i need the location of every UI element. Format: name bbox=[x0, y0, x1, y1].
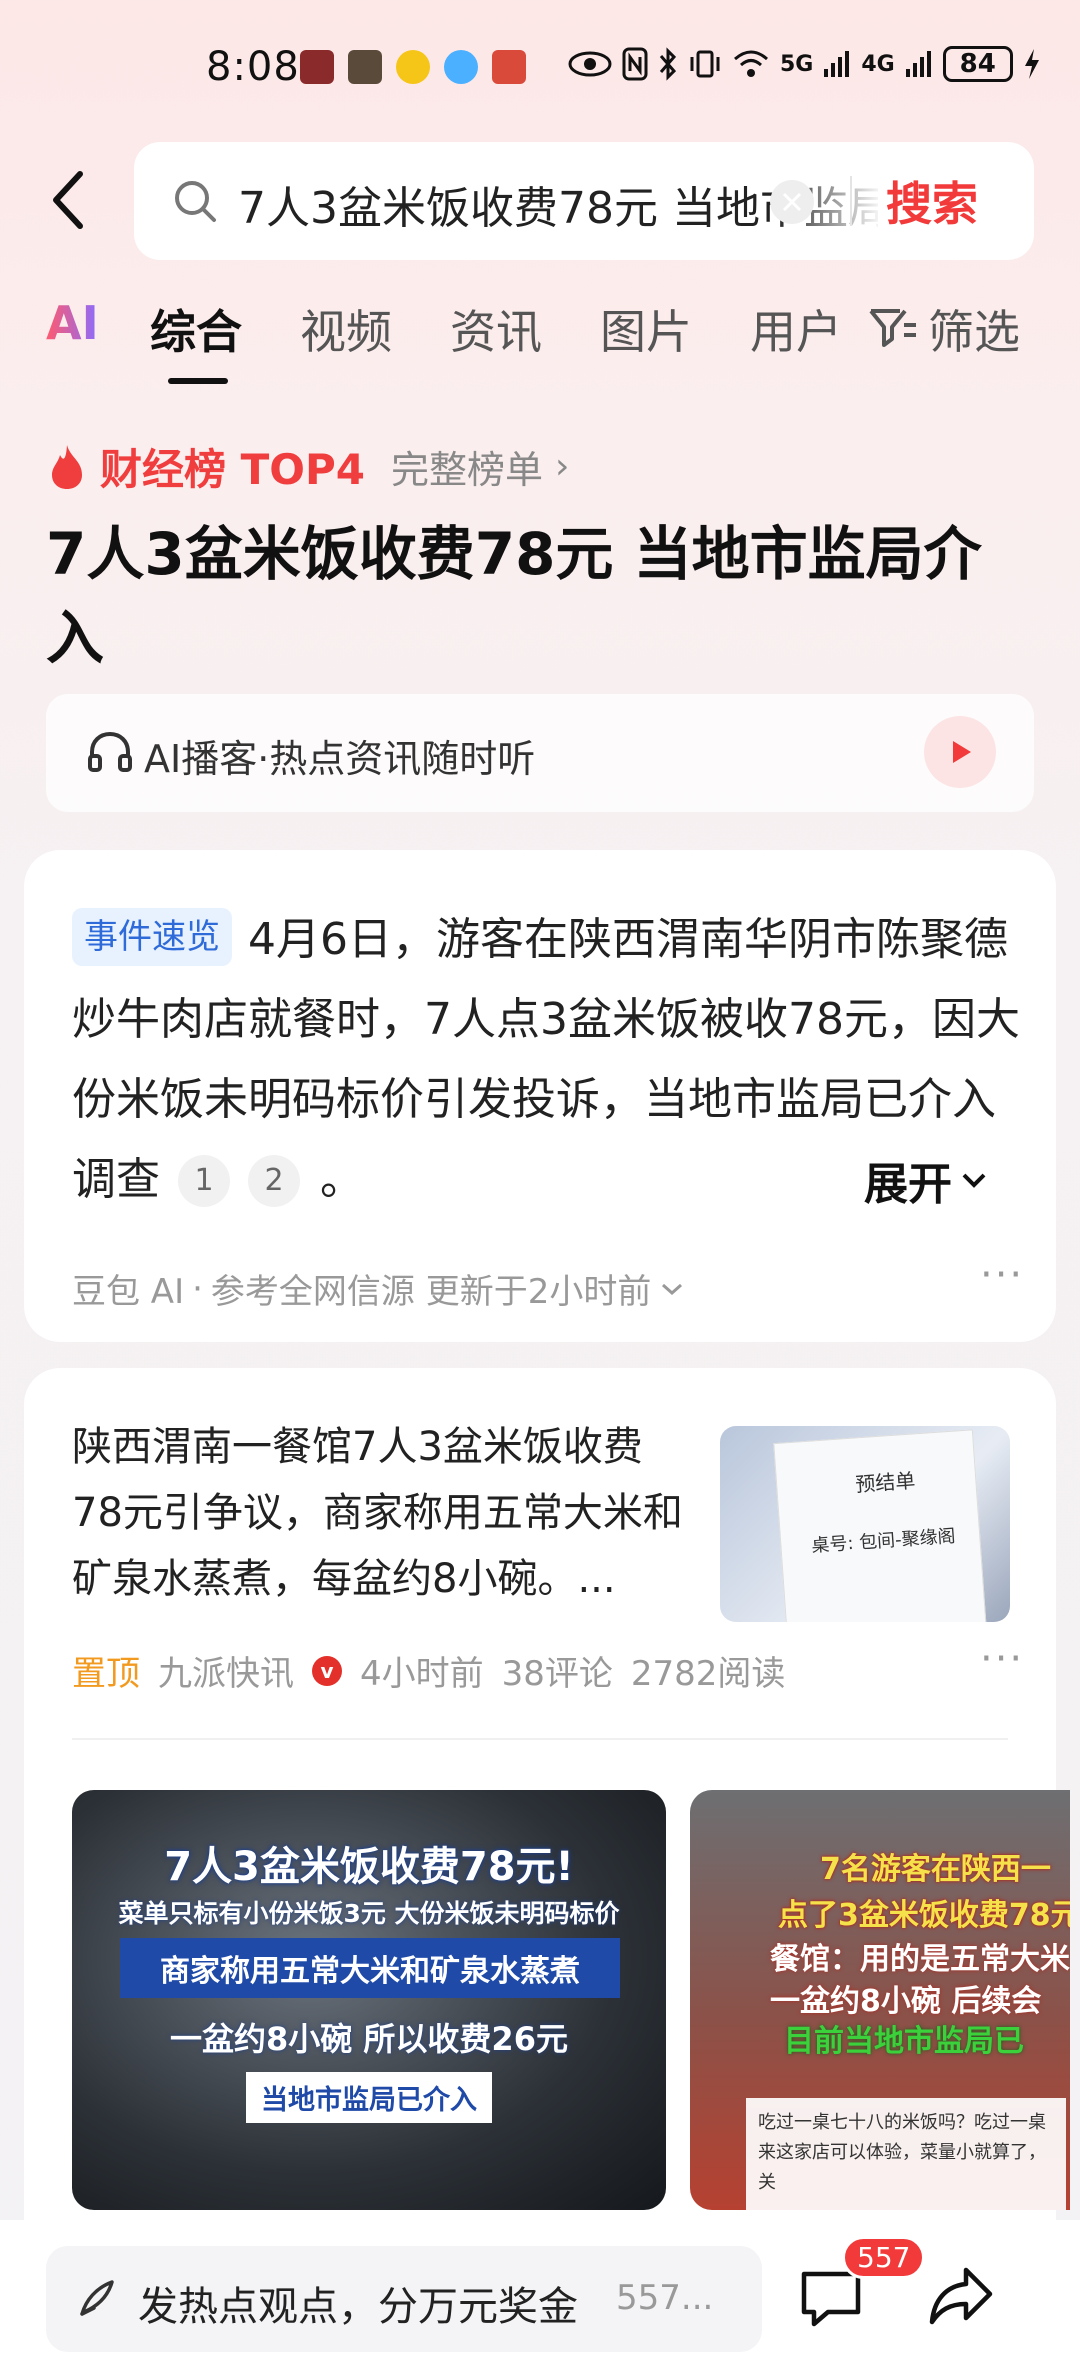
video1-caption-5: 当地市监局已介入 bbox=[246, 2072, 492, 2123]
news-more-options-icon[interactable]: ··· bbox=[980, 1636, 1024, 1682]
close-icon bbox=[782, 192, 802, 212]
tab-comprehensive[interactable]: 综合 bbox=[150, 296, 242, 362]
receipt-title: 预结单 bbox=[854, 1468, 917, 1497]
event-tag: 事件速览 bbox=[72, 908, 232, 966]
clear-search-button[interactable] bbox=[770, 180, 814, 224]
news-reads: 2782阅读 bbox=[630, 1654, 786, 1694]
book-app-icon bbox=[492, 50, 526, 84]
nfc-icon bbox=[622, 47, 648, 81]
video1-caption-3: 商家称用五常大米和矿泉水蒸煮 bbox=[120, 1938, 620, 1998]
share-icon[interactable] bbox=[928, 2264, 994, 2326]
pinned-label: 置顶 bbox=[72, 1654, 140, 1694]
status-bar: 8:08 5G 4G 84 bbox=[0, 0, 1080, 140]
tab-ai[interactable]: AI bbox=[46, 296, 99, 350]
signal-icon-2 bbox=[905, 51, 931, 77]
signal-5g-label: 5G bbox=[780, 51, 814, 77]
tab-video[interactable]: 视频 bbox=[300, 296, 392, 362]
wifi-icon bbox=[734, 50, 768, 77]
reference-1[interactable]: 1 bbox=[178, 1155, 230, 1207]
app-notification-icon bbox=[300, 50, 334, 84]
weibo-icon bbox=[396, 50, 430, 84]
meta-separator: · bbox=[192, 1268, 203, 1309]
summary-meta: 豆包 AI · 参考全网信源 更新于2小时前 bbox=[72, 1264, 685, 1313]
news-meta: 置顶 九派快讯 v 4小时前 38评论 2782阅读 bbox=[72, 1646, 785, 1695]
signal-icon bbox=[824, 51, 850, 77]
comment-placeholder: 发热点观点，分万元奖金 bbox=[138, 2284, 578, 2330]
news-time: 4小时前 bbox=[360, 1654, 484, 1694]
summary-end: 。 bbox=[320, 1154, 364, 1205]
battery-indicator: 84 bbox=[942, 46, 1013, 82]
headphones-icon bbox=[88, 731, 132, 772]
news-title[interactable]: 陕西渭南一餐馆7人3盆米饭收费78元引争议，商家称用五常大米和矿泉水蒸煮，每盆约… bbox=[72, 1414, 692, 1612]
flame-icon bbox=[52, 444, 82, 489]
shield-app-icon bbox=[348, 50, 382, 84]
video1-caption-1: 7人3盆米饭收费78元! bbox=[164, 1844, 574, 1890]
video-thumbnail-1[interactable]: 7人3盆米饭收费78元! 菜单只标有小份米饭3元 大份米饭未明码标价 商家称用五… bbox=[72, 1790, 666, 2210]
video2-caption-5: 目前当地市监局已 bbox=[784, 2024, 1024, 2059]
video2-caption-3: 餐馆：用的是五常大米 bbox=[770, 1942, 1070, 1977]
status-right: 5G 4G 84 bbox=[568, 46, 1041, 82]
receipt-line: 桌号: 包间-聚缘阁 bbox=[810, 1525, 957, 1557]
reference-2[interactable]: 2 bbox=[248, 1155, 300, 1207]
pen-icon bbox=[80, 2280, 114, 2316]
news-source[interactable]: 九派快讯 bbox=[158, 1646, 294, 1695]
summary-source: 豆包 AI bbox=[72, 1272, 185, 1312]
expand-button[interactable]: 展开 bbox=[864, 1148, 988, 1212]
play-icon bbox=[953, 741, 971, 763]
event-summary-card: 事件速览 4月6日，游客在陕西渭南华阴市陈聚德炒牛肉店就餐时，7人点3盆米饭被收7… bbox=[24, 850, 1056, 1342]
tab-news[interactable]: 资讯 bbox=[450, 296, 542, 362]
tab-users[interactable]: 用户 bbox=[750, 296, 842, 362]
vibrate-icon bbox=[690, 50, 720, 78]
video2-caption-2: 点了3盆米饭收费78元 bbox=[778, 1898, 1070, 1933]
search-button[interactable]: 搜索 bbox=[886, 168, 978, 234]
search-divider bbox=[850, 176, 852, 226]
video1-caption-4: 一盆约8小碗 所以收费26元 bbox=[170, 2020, 568, 2058]
expand-label: 展开 bbox=[864, 1159, 952, 1210]
hot-list-label: 财经榜 TOP4 bbox=[100, 445, 365, 494]
play-button[interactable] bbox=[924, 716, 996, 788]
chevron-down-small-icon[interactable] bbox=[659, 1280, 685, 1298]
search-box[interactable]: 7人3盆米饭收费78元 当地市监局介入 搜索 bbox=[134, 142, 1034, 260]
filter-label: 筛选 bbox=[928, 305, 1020, 359]
active-tab-indicator bbox=[168, 378, 228, 384]
comment-count-badge: 557 bbox=[842, 2236, 926, 2279]
topic-title: 7人3盆米饭收费78元 当地市监局介入 bbox=[46, 520, 982, 672]
eye-icon bbox=[568, 51, 612, 77]
video1-caption-2: 菜单只标有小份米饭3元 大份米饭未明码标价 bbox=[118, 1899, 620, 1928]
card-divider bbox=[72, 1738, 1008, 1740]
tab-images[interactable]: 图片 bbox=[600, 296, 692, 362]
more-options-icon[interactable]: ··· bbox=[980, 1252, 1024, 1298]
category-tabs: AI 综合 视频 资讯 图片 用户 筛选 bbox=[0, 296, 1080, 386]
video-thumbnail-2[interactable]: 7名游客在陕西一 点了3盆米饭收费78元 餐馆：用的是五常大米 一盆约8小碗 后… bbox=[690, 1790, 1070, 2210]
chevron-down-icon bbox=[962, 1173, 986, 1188]
ai-podcast-bar[interactable]: AI播客·热点资讯随时听 bbox=[46, 694, 1034, 812]
comment-count-hint: 557... bbox=[616, 2278, 714, 2318]
video2-caption-1: 7名游客在陕西一 bbox=[820, 1852, 1051, 1887]
news-comments: 38评论 bbox=[501, 1654, 613, 1694]
summary-update-info[interactable]: 参考全网信源 更新于2小时前 bbox=[211, 1264, 651, 1313]
chat-app-icon bbox=[444, 50, 478, 84]
charging-icon bbox=[1024, 49, 1039, 79]
verified-badge-icon: v bbox=[312, 1655, 342, 1686]
bottom-action-bar: 发热点观点，分万元奖金 557... 557 bbox=[0, 2220, 1080, 2376]
notification-icons bbox=[300, 50, 526, 84]
hot-list-row[interactable]: 财经榜 TOP4 完整榜单 › bbox=[46, 436, 569, 497]
video2-comment-overlay: 吃过一桌七十八的米饭吗？吃过一桌来这家店可以体验，菜量小就算了，关 bbox=[746, 2098, 1066, 2210]
status-time: 8:08 bbox=[206, 44, 300, 90]
back-arrow-icon[interactable] bbox=[44, 168, 94, 232]
bluetooth-icon bbox=[659, 47, 677, 81]
video2-caption-4: 一盆约8小碗 后续会 bbox=[770, 1984, 1042, 2019]
filter-icon bbox=[869, 309, 916, 347]
podcast-text: AI播客·热点资讯随时听 bbox=[144, 737, 536, 781]
comment-input[interactable]: 发热点观点，分万元奖金 557... bbox=[46, 2246, 762, 2352]
receipt-image: 预结单 桌号: 包间-聚缘阁 bbox=[773, 1429, 987, 1622]
filter-button[interactable]: 筛选 bbox=[868, 296, 1020, 362]
full-list-link[interactable]: 完整榜单 bbox=[391, 439, 543, 494]
search-icon bbox=[175, 181, 216, 222]
signal-4g-label: 4G bbox=[861, 51, 895, 77]
chevron-right-icon: › bbox=[555, 446, 570, 487]
news-thumbnail[interactable]: 预结单 桌号: 包间-聚缘阁 bbox=[720, 1426, 1010, 1622]
